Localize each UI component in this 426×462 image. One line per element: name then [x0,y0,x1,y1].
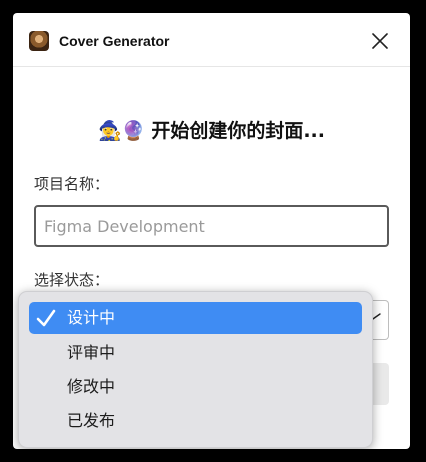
page-title: 🧙‍♀️🔮 开始创建你的封面... [13,116,410,146]
close-button[interactable] [369,30,391,52]
status-dropdown-menu: 设计中 评审中 修改中 已发布 [18,291,373,448]
window-title: Cover Generator [59,33,170,49]
status-option-published[interactable]: 已发布 [29,405,362,437]
page-title-text: 开始创建你的封面... [151,120,325,142]
wizard-crystal-ball-icon: 🧙‍♀️🔮 [98,120,146,142]
project-name-input[interactable] [34,205,389,247]
option-label: 评审中 [67,343,116,362]
status-option-design[interactable]: 设计中 [29,302,362,334]
project-name-label: 项目名称： [34,175,110,193]
status-option-review[interactable]: 评审中 [29,337,362,369]
option-label: 修改中 [67,377,116,396]
option-label: 已发布 [67,411,116,430]
option-label: 设计中 [67,308,116,327]
status-label: 选择状态： [34,271,110,289]
status-option-revising[interactable]: 修改中 [29,371,362,403]
title-bar: Cover Generator [13,13,410,67]
close-icon [372,33,388,49]
checkmark-icon [36,309,56,327]
app-icon [29,31,49,51]
